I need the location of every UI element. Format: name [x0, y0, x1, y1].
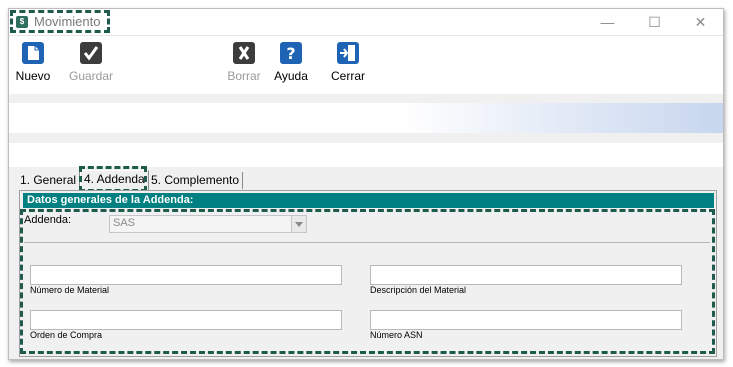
checkmark-icon	[79, 41, 103, 65]
tab-general[interactable]: 1. General	[17, 172, 81, 189]
minimize-button[interactable]: —	[585, 9, 630, 35]
new-document-icon	[21, 41, 45, 65]
close-button[interactable]: ✕	[678, 9, 723, 35]
info-band-secondary	[9, 143, 723, 167]
svg-text:?: ?	[286, 44, 295, 63]
tab-highlight-box	[79, 166, 147, 192]
toolbar: Nuevo Guardar Borrar ? Ayuda Cerrar	[9, 35, 723, 94]
exit-door-icon	[336, 41, 360, 65]
close-form-button-label: Cerrar	[330, 69, 365, 83]
save-button[interactable]: Guardar	[69, 41, 113, 83]
movimiento-window: $ Movimiento — ☐ ✕ Nuevo Guardar Borrar …	[8, 8, 724, 360]
content-highlight-box	[20, 209, 715, 354]
section-header: Datos generales de la Addenda:	[23, 193, 714, 208]
maximize-button[interactable]: ☐	[632, 9, 677, 35]
delete-x-icon	[232, 41, 256, 65]
tab-complemento[interactable]: 5. Complemento	[148, 172, 244, 189]
help-icon: ?	[279, 41, 303, 65]
new-button[interactable]: Nuevo	[15, 41, 51, 83]
delete-button[interactable]: Borrar	[226, 41, 262, 83]
title-bar: $ Movimiento — ☐ ✕	[9, 9, 723, 35]
addenda-panel: Datos generales de la Addenda: Addenda: …	[19, 190, 717, 357]
title-highlight-box	[10, 10, 110, 33]
info-band	[9, 103, 723, 133]
close-form-button[interactable]: Cerrar	[330, 41, 366, 83]
save-button-label: Guardar	[69, 69, 114, 83]
help-button-label: Ayuda	[274, 69, 308, 83]
help-button[interactable]: ? Ayuda	[273, 41, 309, 83]
delete-button-label: Borrar	[227, 69, 261, 83]
new-button-label: Nuevo	[15, 69, 51, 83]
